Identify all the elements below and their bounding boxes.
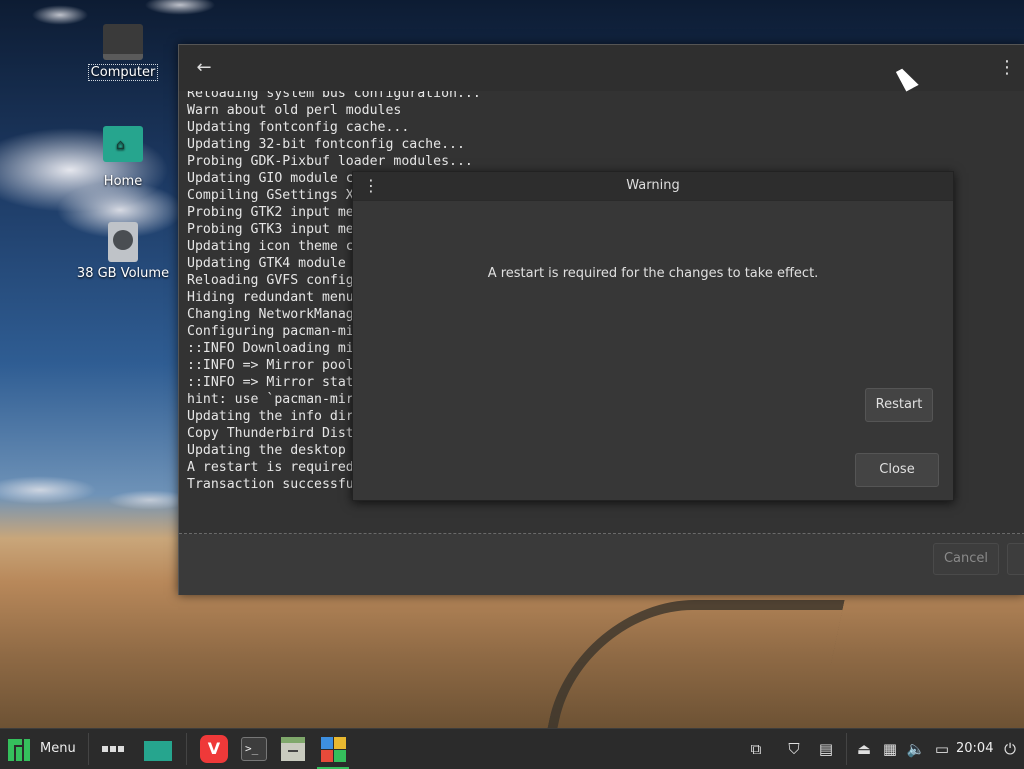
desktop-icon-home[interactable]: ⌂ Home	[73, 126, 173, 189]
cancel-button[interactable]: Cancel	[933, 543, 999, 575]
desktop-icon-label: Home	[103, 174, 143, 189]
notification-icon[interactable]: ⏏	[852, 737, 876, 761]
manjaro-logo-icon	[8, 739, 30, 761]
dialog-title: Warning	[626, 178, 680, 193]
workspace-switcher-icon[interactable]	[96, 733, 128, 765]
warning-dialog: Warning ⋮ A restart is required for the …	[352, 171, 954, 501]
software-manager-icon[interactable]	[317, 733, 349, 769]
clipboard-icon[interactable]: ▤	[814, 737, 838, 761]
taskbar: Menu V >_ ⧉ ⛉ ▤ ⏏ ▦ 🔈 ▭ 20:04 ⏻	[0, 728, 1024, 769]
drive-icon	[108, 222, 138, 262]
restart-button[interactable]: Restart	[865, 388, 933, 422]
taskbar-separator	[186, 733, 187, 765]
display-icon[interactable]: ⧉	[744, 737, 768, 761]
desktop-icon-volume[interactable]: 38 GB Volume	[73, 222, 173, 281]
desktop-icon-computer[interactable]: Computer	[73, 24, 173, 81]
start-menu-button[interactable]: Menu	[4, 733, 86, 765]
taskbar-separator	[88, 733, 89, 765]
home-folder-icon: ⌂	[103, 126, 143, 162]
desktop-icon-label: 38 GB Volume	[76, 266, 170, 281]
dialog-header: Warning ⋮	[353, 172, 953, 201]
clock[interactable]: 20:04	[956, 729, 993, 769]
volume-icon[interactable]: 🔈	[904, 737, 928, 761]
menu-label: Menu	[40, 741, 76, 756]
vivaldi-browser-icon[interactable]: V	[198, 733, 230, 765]
kebab-menu-icon[interactable]: ⋮	[363, 174, 379, 198]
kebab-menu-icon[interactable]: ⋮	[997, 55, 1017, 81]
landscape-road	[545, 600, 845, 738]
terminal-line: Probing GDK-Pixbuf loader modules...	[187, 154, 473, 169]
terminal-line: Updating 32-bit fontconfig cache...	[187, 137, 465, 152]
terminal-line: Warn about old perl modules	[187, 103, 402, 118]
desktop-icon-label: Computer	[87, 64, 159, 81]
apply-button[interactable]	[1007, 543, 1024, 575]
computer-icon	[103, 24, 143, 60]
show-desktop-icon[interactable]	[140, 733, 172, 765]
terminal-line: Reloading system bus configuration...	[187, 91, 481, 101]
shield-icon[interactable]: ⛉	[782, 737, 806, 761]
file-manager-icon[interactable]	[277, 733, 309, 765]
terminal-line: Updating fontconfig cache...	[187, 120, 410, 135]
dialog-message: A restart is required for the changes to…	[487, 266, 819, 281]
taskbar-separator	[846, 733, 847, 765]
terminal-icon[interactable]: >_	[238, 733, 270, 765]
back-arrow-icon[interactable]: ←	[193, 55, 215, 81]
close-button[interactable]: Close	[855, 453, 939, 487]
window-header: ← ⋮	[179, 45, 1024, 91]
power-icon[interactable]: ⏻	[998, 737, 1022, 761]
battery-icon[interactable]: ▭	[930, 737, 954, 761]
network-icon[interactable]: ▦	[878, 737, 902, 761]
